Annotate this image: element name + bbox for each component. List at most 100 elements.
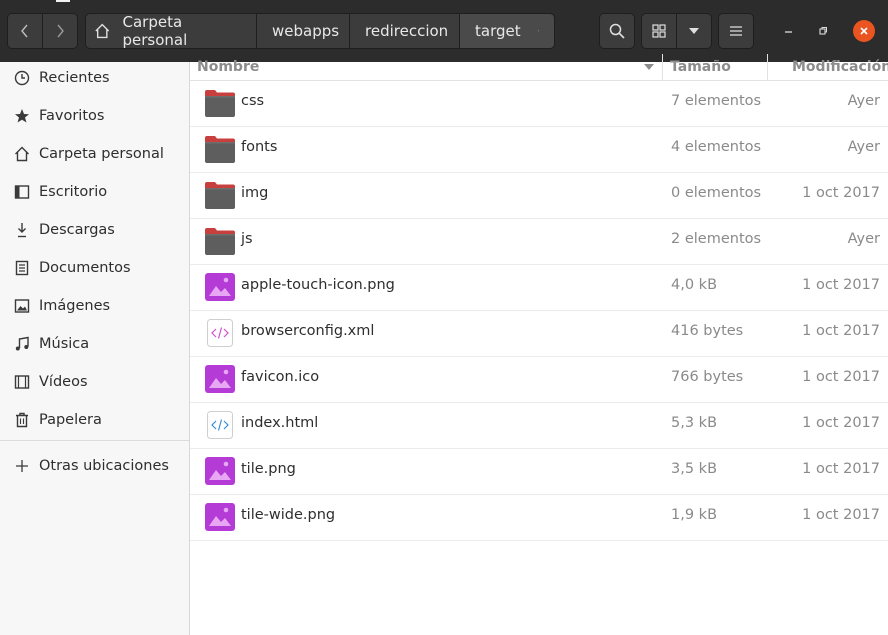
sidebar-item-carpeta-personal[interactable]: Carpeta personal [0, 135, 189, 173]
music-icon [13, 335, 31, 353]
file-modified: Ayer [847, 93, 880, 109]
file-modified: 1 oct 2017 [802, 277, 880, 293]
document-icon [13, 259, 31, 277]
file-size: 416 bytes [671, 323, 744, 339]
table-row[interactable]: css 7 elementos Ayer [190, 80, 888, 127]
table-row[interactable]: fonts 4 elementos Ayer [190, 126, 888, 173]
file-size: 766 bytes [671, 369, 744, 385]
sidebar-item-otras-ubicaciones[interactable]: Otras ubicaciones [0, 447, 189, 485]
breadcrumb-webapps[interactable]: webapps [256, 13, 350, 49]
breadcrumb-target[interactable]: target [459, 13, 555, 49]
breadcrumb-label: Carpeta personal [122, 13, 188, 49]
search-button[interactable] [599, 13, 635, 49]
sidebar-item-documentos[interactable]: Documentos [0, 249, 189, 287]
column-modified-header[interactable]: Modificación [792, 59, 888, 75]
image-icon [13, 297, 31, 315]
file-modified: 1 oct 2017 [802, 369, 880, 385]
plus-icon [13, 457, 31, 475]
table-row[interactable]: browserconfig.xml 416 bytes 1 oct 2017 [190, 310, 888, 357]
xml-file-icon [204, 318, 236, 348]
sidebar-item-videos[interactable]: Vídeos [0, 363, 189, 401]
sidebar-item-musica[interactable]: Música [0, 325, 189, 363]
sidebar-divider [0, 440, 189, 441]
sidebar-item-label: Documentos [39, 260, 131, 276]
file-name: browserconfig.xml [241, 323, 375, 339]
column-size-header[interactable]: Tamaño [670, 59, 731, 75]
title-indicator [56, 0, 70, 2]
sidebar-item-descargas[interactable]: Descargas [0, 211, 189, 249]
sidebar-item-label: Música [39, 336, 90, 352]
sidebar-item-label: Otras ubicaciones [39, 458, 169, 474]
table-row[interactable]: index.html 5,3 kB 1 oct 2017 [190, 402, 888, 449]
sidebar-item-papelera[interactable]: Papelera [0, 401, 189, 439]
folder-icon [204, 180, 236, 210]
table-row[interactable]: tile.png 3,5 kB 1 oct 2017 [190, 448, 888, 495]
sidebar-item-label: Imágenes [39, 298, 111, 314]
image-file-icon [204, 272, 236, 302]
trash-icon [13, 411, 31, 429]
file-size: 2 elementos [671, 231, 762, 247]
sidebar-item-label: Vídeos [39, 374, 88, 390]
home-icon [13, 145, 31, 163]
table-row[interactable]: favicon.ico 766 bytes 1 oct 2017 [190, 356, 888, 403]
file-size: 7 elementos [671, 93, 762, 109]
file-modified: 1 oct 2017 [802, 323, 880, 339]
minimize-button[interactable] [778, 20, 800, 42]
file-name: tile.png [241, 461, 296, 477]
hamburger-menu-icon [730, 26, 742, 36]
table-row[interactable]: apple-touch-icon.png 4,0 kB 1 oct 2017 [190, 264, 888, 311]
file-name: index.html [241, 415, 319, 431]
file-modified: Ayer [847, 231, 880, 247]
file-modified: 1 oct 2017 [802, 507, 880, 523]
file-name: js [241, 231, 253, 247]
view-options-button[interactable] [676, 13, 712, 49]
file-size: 4,0 kB [671, 277, 718, 293]
close-icon [860, 27, 868, 35]
close-button[interactable] [853, 20, 875, 42]
menu-button[interactable] [718, 13, 754, 49]
file-size: 3,5 kB [671, 461, 718, 477]
sidebar-item-label: Escritorio [39, 184, 108, 200]
file-modified: 1 oct 2017 [802, 415, 880, 431]
table-row[interactable]: img 0 elementos 1 oct 2017 [190, 172, 888, 219]
forward-button[interactable] [42, 13, 78, 49]
column-divider [662, 54, 663, 80]
sidebar-item-recientes[interactable]: Recientes [0, 59, 189, 97]
column-name-header[interactable]: Nombre [197, 59, 259, 75]
folder-icon [204, 226, 236, 256]
caret-down-icon [689, 28, 699, 34]
chevron-right-icon [57, 24, 64, 38]
sidebar-item-escritorio[interactable]: Escritorio [0, 173, 189, 211]
file-list: Nombre Tamaño Modificación css 7 elemento… [190, 54, 888, 635]
maximize-button[interactable] [812, 20, 834, 42]
clock-icon [13, 69, 31, 87]
breadcrumb-home[interactable]: Carpeta personal [85, 13, 257, 49]
column-header: Nombre Tamaño Modificación [190, 54, 888, 81]
file-name: tile-wide.png [241, 507, 336, 523]
image-file-icon [204, 502, 236, 532]
breadcrumb-label: redireccion [365, 22, 449, 40]
file-size: 0 elementos [671, 185, 762, 201]
back-button[interactable] [7, 13, 43, 49]
breadcrumb-label: target [475, 22, 521, 40]
html-file-icon [204, 410, 236, 440]
star-icon [13, 107, 31, 125]
breadcrumb-redireccion[interactable]: redireccion [349, 13, 460, 49]
sidebar-item-favoritos[interactable]: Favoritos [0, 97, 189, 135]
home-icon [95, 23, 110, 39]
file-modified: 1 oct 2017 [802, 185, 880, 201]
file-size: 1,9 kB [671, 507, 718, 523]
sidebar-item-imagenes[interactable]: Imágenes [0, 287, 189, 325]
table-row[interactable]: js 2 elementos Ayer [190, 218, 888, 265]
sort-desc-icon[interactable] [644, 64, 654, 70]
column-divider [767, 54, 768, 80]
breadcrumb-label: webapps [272, 22, 340, 40]
grid-view-button[interactable] [641, 13, 677, 49]
grid-view-icon [652, 24, 666, 38]
video-icon [13, 373, 31, 391]
sidebar-item-label: Recientes [39, 70, 110, 86]
image-file-icon [204, 364, 236, 394]
restore-icon [819, 27, 827, 35]
header-bar: Carpeta personal webapps redireccion tar… [0, 0, 888, 62]
table-row[interactable]: tile-wide.png 1,9 kB 1 oct 2017 [190, 494, 888, 541]
